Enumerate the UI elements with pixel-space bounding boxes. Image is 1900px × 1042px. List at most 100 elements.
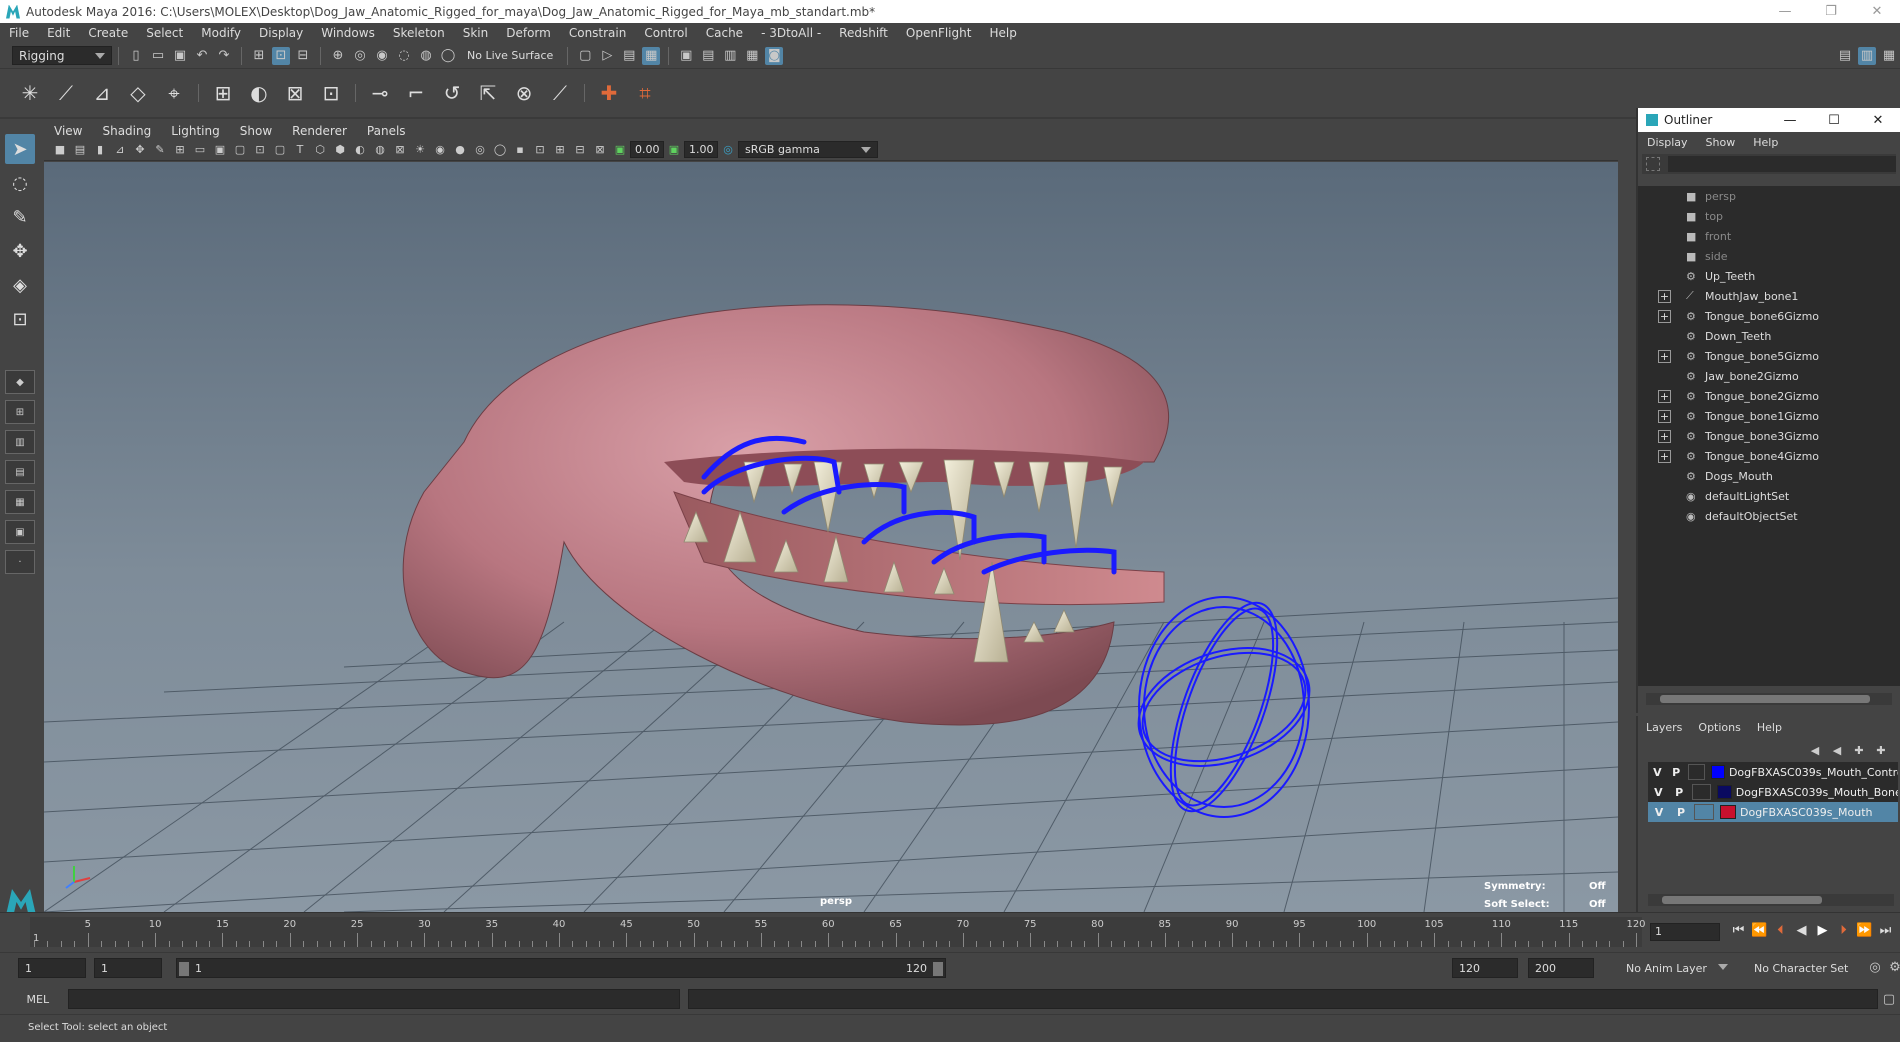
redo-icon[interactable]: ↷ xyxy=(215,47,233,65)
outliner-menu-show[interactable]: Show xyxy=(1697,136,1745,149)
lasso-tool-icon[interactable]: ◌ xyxy=(5,168,35,198)
layer-visibility-toggle[interactable]: V xyxy=(1648,806,1670,819)
panel-menu-view[interactable]: View xyxy=(44,124,92,138)
minimize-button[interactable]: — xyxy=(1768,113,1812,128)
go-to-start-icon[interactable]: ⏮ xyxy=(1728,923,1749,938)
joint-tool-icon[interactable]: ✳ xyxy=(15,78,45,108)
outliner-item[interactable]: + ⟋ MouthJaw_bone1 xyxy=(1638,286,1900,306)
expand-icon[interactable]: + xyxy=(1658,389,1671,403)
layer-display-type-toggle[interactable] xyxy=(1691,784,1711,800)
auto-key-icon[interactable]: ◎ xyxy=(1866,958,1884,976)
menu-edit[interactable]: Edit xyxy=(38,26,79,40)
scrollbar-thumb[interactable] xyxy=(1662,896,1822,904)
layer-playback-toggle[interactable]: P xyxy=(1669,786,1690,799)
mirror-joint-icon[interactable]: ◇ xyxy=(123,78,153,108)
menu-display[interactable]: Display xyxy=(250,26,312,40)
step-back-frame-icon[interactable]: ⏴ xyxy=(1770,923,1791,938)
outliner-item[interactable]: ◉ defaultLightSet xyxy=(1638,486,1900,506)
ik-handle-icon[interactable]: ⟋ xyxy=(51,78,81,108)
move-layer-up-icon[interactable]: ◀ xyxy=(1804,744,1826,757)
four-view-layout-icon[interactable]: ⊞ xyxy=(5,400,35,424)
outliner-item[interactable]: ■ front xyxy=(1638,226,1900,246)
textured-icon[interactable]: ⊠ xyxy=(392,142,408,158)
open-scene-icon[interactable]: ▭ xyxy=(149,47,167,65)
play-backward-icon[interactable]: ◀ xyxy=(1791,923,1812,938)
menu-skeleton[interactable]: Skeleton xyxy=(384,26,454,40)
film-gate-icon[interactable]: ▭ xyxy=(192,142,208,158)
render-settings-icon[interactable]: ▦ xyxy=(642,46,661,65)
animation-start-field[interactable]: 1 xyxy=(18,958,86,978)
locator-icon[interactable]: ✚ xyxy=(594,78,624,108)
outliner-item[interactable]: ⚙ Jaw_bone2Gizmo xyxy=(1638,366,1900,386)
maximize-button[interactable]: ☐ xyxy=(1812,113,1856,128)
motion-blur-icon[interactable]: ◎ xyxy=(472,142,488,158)
ik-spline-icon[interactable]: ⊿ xyxy=(87,78,117,108)
outliner-item[interactable]: ■ persp xyxy=(1638,186,1900,206)
save-scene-icon[interactable]: ▣ xyxy=(171,47,189,65)
layer-display-type-toggle[interactable] xyxy=(1694,804,1714,820)
rotate-tool-icon[interactable]: ◈ xyxy=(5,270,35,300)
layer-menu-layers[interactable]: Layers xyxy=(1638,721,1690,734)
menu-constrain[interactable]: Constrain xyxy=(560,26,636,40)
menu-3dtoall[interactable]: - 3DtoAll - xyxy=(752,26,830,40)
snap-curve-icon[interactable]: ◎ xyxy=(351,47,369,65)
play-forward-icon[interactable]: ▶ xyxy=(1812,923,1833,938)
menu-windows[interactable]: Windows xyxy=(312,26,384,40)
custom-layout-icon[interactable]: ▣ xyxy=(5,520,35,544)
layer-visibility-toggle[interactable]: V xyxy=(1648,786,1669,799)
image-plane-icon[interactable]: ⊿ xyxy=(112,142,128,158)
xray-active-icon[interactable]: ⊟ xyxy=(572,142,588,158)
parent-constraint-icon[interactable]: ⊗ xyxy=(509,78,539,108)
script-language-toggle[interactable]: MEL xyxy=(8,993,68,1006)
xray-joints-icon[interactable]: ⊠ xyxy=(592,142,608,158)
menu-deform[interactable]: Deform xyxy=(497,26,560,40)
aim-constraint-icon[interactable]: ⌐ xyxy=(401,78,431,108)
layer-color-swatch[interactable] xyxy=(1720,805,1736,819)
select-camera-icon[interactable]: ■ xyxy=(52,142,68,158)
outliner-item[interactable]: + ⚙ Tongue_bone1Gizmo xyxy=(1638,406,1900,426)
range-end-handle[interactable] xyxy=(933,962,943,976)
menu-select[interactable]: Select xyxy=(137,26,192,40)
layer-color-swatch[interactable] xyxy=(1710,765,1725,779)
scale-constraint-icon[interactable]: ⇱ xyxy=(473,78,503,108)
move-layer-down-icon[interactable]: ◀ xyxy=(1826,744,1848,757)
outliner-item[interactable]: ⚙ Up_Teeth xyxy=(1638,266,1900,286)
select-tool-icon[interactable]: ➤ xyxy=(5,134,35,164)
current-frame-field[interactable]: 1 xyxy=(1650,923,1720,941)
panel-menu-panels[interactable]: Panels xyxy=(357,124,416,138)
render-frame-icon[interactable]: ▣ xyxy=(677,47,695,65)
paint-skin-weights-icon[interactable]: ◐ xyxy=(244,78,274,108)
2d-pan-zoom-icon[interactable]: ✥ xyxy=(132,142,148,158)
filter-icon[interactable] xyxy=(1646,157,1660,171)
antialiasing-icon[interactable]: ◯ xyxy=(492,142,508,158)
expand-icon[interactable]: + xyxy=(1658,289,1671,303)
orient-joint-icon[interactable]: ⌖ xyxy=(159,78,189,108)
undo-icon[interactable]: ↶ xyxy=(193,47,211,65)
camera-attributes-icon[interactable]: ▤ xyxy=(72,142,88,158)
color-management-icon[interactable]: ◎ xyxy=(720,142,736,158)
outliner-menu-display[interactable]: Display xyxy=(1638,136,1697,149)
step-forward-frame-icon[interactable]: ⏵ xyxy=(1833,923,1854,938)
hypershade-icon[interactable]: ◙ xyxy=(765,46,784,65)
view-transform-dropdown[interactable]: sRGB gamma xyxy=(738,141,878,158)
attribute-editor-toggle-icon[interactable]: ▤ xyxy=(1836,47,1854,65)
script-editor-icon[interactable]: ▢ xyxy=(1880,990,1898,1008)
move-tool-icon[interactable]: ✥ xyxy=(5,236,35,266)
go-to-end-icon[interactable]: ⏭ xyxy=(1875,923,1896,938)
menu-cache[interactable]: Cache xyxy=(697,26,752,40)
snap-live-icon[interactable]: ◯ xyxy=(439,47,457,65)
playback-end-field[interactable]: 120 xyxy=(1452,958,1518,978)
outliner-menu-help[interactable]: Help xyxy=(1744,136,1787,149)
gamma-icon[interactable]: ▣ xyxy=(666,142,682,158)
menu-redshift[interactable]: Redshift xyxy=(830,26,897,40)
persp-outliner-layout-icon[interactable]: ▥ xyxy=(5,430,35,454)
orient-constraint-icon[interactable]: ↺ xyxy=(437,78,467,108)
layer-horizontal-scrollbar[interactable] xyxy=(1648,894,1894,906)
construction-history-icon[interactable]: ▤ xyxy=(620,47,638,65)
snap-surface-icon[interactable]: ◍ xyxy=(417,47,435,65)
playback-start-field[interactable]: 1 xyxy=(94,958,162,978)
exposure-field[interactable]: 0.00 xyxy=(630,141,664,158)
scrollbar-thumb[interactable] xyxy=(1660,695,1870,703)
preferences-icon[interactable]: ⚙ xyxy=(1886,958,1900,976)
gate-mask-icon[interactable]: ▢ xyxy=(232,142,248,158)
